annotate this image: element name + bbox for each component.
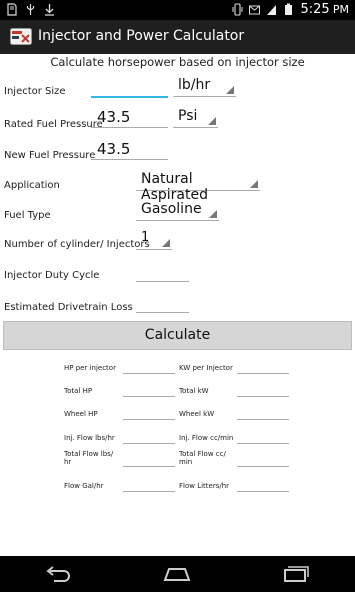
- total-flow-lbs-value: [123, 457, 175, 467]
- status-left: [6, 3, 55, 16]
- usb-icon: [26, 4, 35, 15]
- app-title: Injector and Power Calculator: [38, 28, 245, 44]
- inj-flow-cc-value: [237, 434, 289, 444]
- cylinders-value: 1: [141, 230, 150, 245]
- injector-size-label: Injector Size: [4, 86, 66, 97]
- dropdown-arrow-icon: [208, 117, 216, 125]
- wheel-hp-value: [123, 410, 175, 420]
- battery-icon: [285, 3, 293, 15]
- injector-unit-spinner[interactable]: lb/hr: [173, 77, 236, 97]
- status-bar: 5:25 PM: [0, 0, 355, 20]
- duty-cycle-input[interactable]: [136, 262, 189, 282]
- duty-cycle-label: Injector Duty Cycle: [4, 270, 100, 281]
- inj-flow-lbs-value: [123, 434, 175, 444]
- vibrate-icon: [232, 3, 243, 16]
- dropdown-arrow-icon: [209, 210, 217, 218]
- fuel-type-label: Fuel Type: [4, 210, 51, 221]
- kw-per-injector-value: [237, 364, 289, 374]
- total-hp-value: [123, 387, 175, 397]
- rated-pressure-label: Rated Fuel Pressure: [4, 119, 103, 130]
- new-pressure-label: New Fuel Pressure: [4, 150, 96, 161]
- clock: 5:25 PM: [300, 2, 349, 17]
- rated-pressure-input[interactable]: 43.5: [91, 108, 168, 128]
- wheel-hp-label: Wheel HP: [64, 410, 98, 418]
- app-logo-icon: [10, 28, 32, 45]
- hp-per-injector-value: [123, 364, 175, 374]
- sim-icon: [267, 5, 277, 15]
- application-spinner[interactable]: Natural Aspirated: [136, 171, 260, 203]
- sd-card-icon: [7, 3, 17, 16]
- injector-unit-value: lb/hr: [178, 77, 211, 93]
- dropdown-arrow-icon: [226, 86, 234, 94]
- application-label: Application: [4, 180, 60, 191]
- hp-per-injector-label: HP per injector: [64, 364, 116, 372]
- inj-flow-lbs-label: Inj. Flow lbs/hr: [64, 434, 115, 442]
- application-value: Natural Aspirated: [141, 171, 208, 203]
- flow-litters-label: Flow Litters/hr: [179, 482, 230, 490]
- kw-per-injector-label: KW per Injector: [179, 364, 233, 372]
- total-flow-lbs-label: Total Flow lbs/ hr: [64, 450, 114, 466]
- dropdown-arrow-icon: [250, 180, 258, 188]
- cylinders-spinner[interactable]: 1: [136, 230, 172, 250]
- home-icon[interactable]: [163, 565, 191, 583]
- page-subtitle: Calculate horsepower based on injector s…: [50, 55, 305, 69]
- navigation-bar: [0, 556, 355, 592]
- total-flow-cc-value: [237, 457, 289, 467]
- dropdown-arrow-icon: [162, 239, 170, 247]
- inj-flow-cc-label: Inj. Flow cc/min: [179, 434, 234, 442]
- total-kw-label: Total kW: [179, 387, 209, 395]
- fuel-type-value: Gasoline: [141, 201, 202, 217]
- flow-gal-value: [123, 482, 175, 492]
- pressure-unit-spinner[interactable]: Psi: [173, 108, 218, 128]
- back-icon[interactable]: [44, 565, 72, 583]
- cylinders-label: Number of cylinder/ Injectors: [4, 239, 150, 250]
- drivetrain-loss-label: Estimated Drivetrain Loss: [4, 302, 133, 313]
- drivetrain-loss-input[interactable]: [136, 293, 189, 313]
- total-hp-label: Total HP: [64, 387, 93, 395]
- wheel-kw-label: Wheel kW: [179, 410, 215, 418]
- total-flow-cc-label: Total Flow cc/ min: [179, 450, 226, 466]
- status-right: 5:25 PM: [232, 2, 349, 17]
- download-icon: [45, 4, 54, 16]
- recents-icon[interactable]: [282, 565, 310, 583]
- new-pressure-input[interactable]: 43.5: [91, 140, 168, 160]
- wheel-kw-value: [237, 410, 289, 420]
- action-bar: Injector and Power Calculator: [0, 20, 355, 54]
- total-kw-value: [237, 387, 289, 397]
- flow-gal-label: Flow Gal/hr: [64, 482, 104, 490]
- pressure-unit-value: Psi: [178, 108, 198, 124]
- calculate-button[interactable]: Calculate: [3, 321, 352, 350]
- gmail-icon: [249, 5, 261, 15]
- injector-size-input[interactable]: [91, 78, 168, 98]
- flow-litters-value: [237, 482, 289, 492]
- fuel-type-spinner[interactable]: Gasoline: [136, 201, 219, 221]
